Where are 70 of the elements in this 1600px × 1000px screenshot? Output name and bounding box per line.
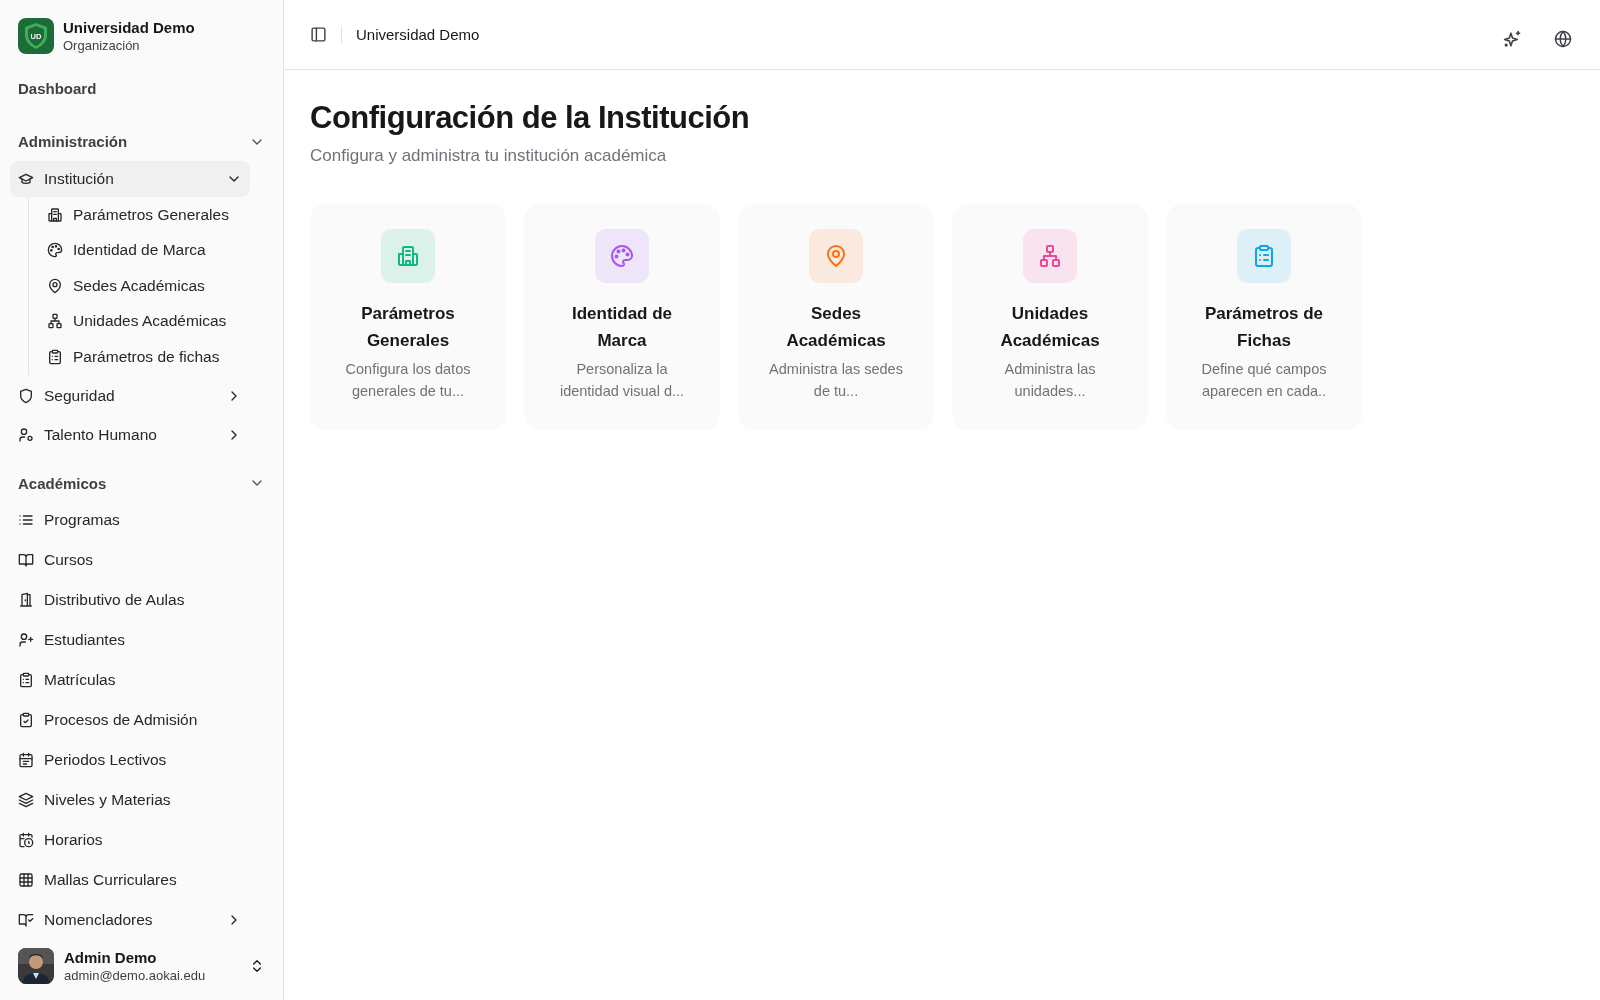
hierarchy-icon (1038, 244, 1062, 268)
page-title: Configuración de la Institución (310, 100, 751, 136)
card-title: Parámetros Generales (360, 303, 456, 352)
user-email: admin@demo.aokai.edu (64, 968, 207, 983)
map-pin-icon (47, 277, 63, 294)
settings-card[interactable]: Unidades Académicas Administra las unidades... (952, 204, 1148, 430)
card-title: Unidades Académicas (999, 303, 1101, 352)
sidebar-item[interactable]: Niveles y Materias (10, 779, 250, 820)
sidebar-item[interactable]: Parámetros Generales (39, 197, 244, 233)
section-heading: Académicos (18, 474, 107, 492)
door-icon (18, 591, 34, 608)
sidebar-item[interactable]: Distributivo de Aulas (10, 579, 250, 620)
user-gear-icon (18, 426, 34, 443)
sidebar-item[interactable]: Nomencladores (10, 899, 250, 938)
organization-label: Organización (63, 38, 141, 53)
sidebar-item[interactable]: Cursos (10, 539, 250, 580)
building-icon (396, 244, 420, 268)
sidebar-item[interactable]: Programas (10, 499, 250, 540)
palette-icon (47, 242, 63, 259)
sidebar-item[interactable]: Matrículas (10, 659, 250, 700)
sidebar-item[interactable]: Parámetros de fichas (39, 339, 244, 375)
card-description: Define qué campos aparecen en cada.. (1200, 360, 1328, 401)
breadcrumb: Universidad Demo (356, 26, 481, 43)
card-description: Personaliza la identidad visual d... (558, 360, 686, 401)
card-title: Parámetros de Fichas (1203, 303, 1325, 352)
map-pin-icon (824, 244, 848, 268)
settings-card[interactable]: Parámetros de Fichas Define qué campos aparecen en cada.. (1166, 204, 1362, 430)
book-check-icon (18, 911, 34, 928)
sidebar-item[interactable]: Institución (10, 161, 250, 197)
sidebar-item[interactable]: Talento Humano (10, 416, 250, 453)
sidebar-item[interactable]: Mallas Curriculares (10, 859, 250, 900)
sidebar-item[interactable]: Procesos de Admisión (10, 699, 250, 740)
shield-icon (18, 387, 34, 404)
card-title: Identidad de Marca (570, 303, 674, 352)
user-plus-icon (18, 631, 34, 648)
page-subtitle: Configura y administra tu institución académica (310, 146, 668, 166)
sidebar-item[interactable]: Periodos Lectivos (10, 739, 250, 780)
palette-icon (610, 244, 634, 268)
building-icon (47, 206, 63, 223)
calendar-icon (18, 751, 34, 768)
section-heading: Administración (18, 133, 128, 150)
dashboard-link[interactable]: Dashboard (10, 66, 273, 111)
calendar-clock-icon (18, 831, 34, 848)
clipboard-icon (47, 348, 63, 365)
sidebar-item[interactable]: Seguridad (10, 377, 250, 414)
clipboard-icon (1252, 244, 1276, 268)
sparkles-icon (1503, 30, 1522, 49)
settings-card[interactable]: Sedes Académicas Administra las sedes de tu... (738, 204, 934, 430)
user-name: Admin Demo (64, 949, 158, 966)
grid-icon (18, 871, 34, 888)
settings-card[interactable]: Identidad de Marca Personaliza la identidad visual d... (524, 204, 720, 430)
clipboard-check-icon (18, 711, 34, 728)
layers-icon (18, 791, 34, 808)
sidebar-item[interactable]: Estudiantes (10, 619, 250, 660)
sidebar-item[interactable]: Sedes Académicas (39, 268, 244, 304)
clipboard-icon (18, 671, 34, 688)
organization-name: Universidad Demo (63, 19, 195, 36)
settings-card[interactable]: Parámetros Generales Configura los datos generales de tu... (310, 204, 506, 430)
book-icon (18, 551, 34, 568)
graduation-cap-icon (18, 171, 34, 187)
card-title: Sedes Académicas (785, 303, 887, 352)
sidebar-toggle-icon (310, 26, 327, 43)
sidebar-item[interactable]: Identidad de Marca (39, 232, 244, 268)
sidebar-item[interactable]: Unidades Académicas (39, 303, 244, 339)
card-description: Configura los datos generales de tu... (344, 360, 472, 401)
card-description: Administra las unidades... (1003, 360, 1097, 401)
sidebar-item[interactable]: Horarios (10, 819, 250, 860)
hierarchy-icon (47, 313, 63, 330)
globe-icon (1554, 30, 1572, 48)
card-description: Administra las sedes de tu... (768, 360, 904, 401)
